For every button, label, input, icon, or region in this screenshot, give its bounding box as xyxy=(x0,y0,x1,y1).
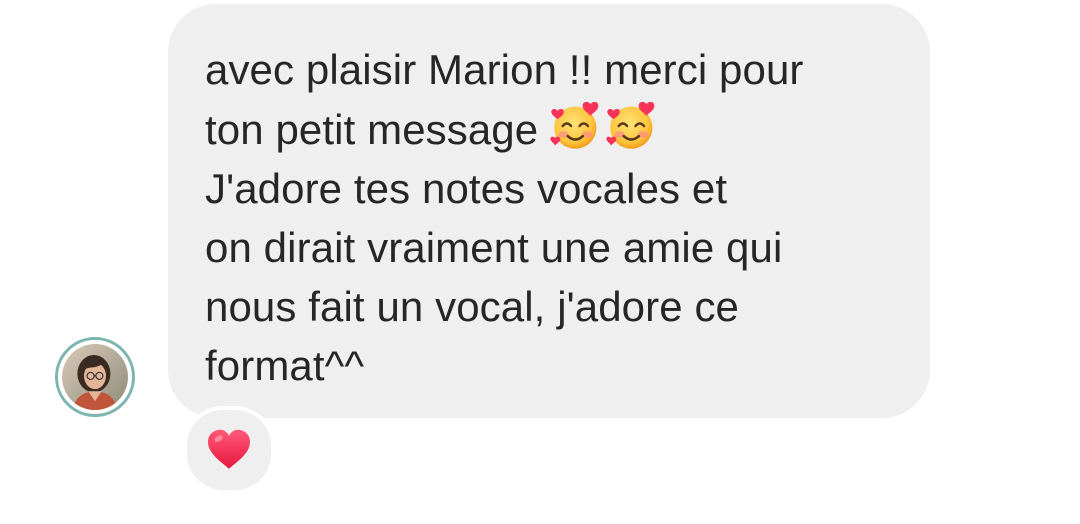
message-line-2: ton petit message xyxy=(205,99,890,159)
message-line-6: format^^ xyxy=(205,342,365,389)
reaction-badge[interactable] xyxy=(183,406,275,494)
red-heart-icon xyxy=(208,429,250,469)
message-line-5: nous fait un vocal, j'adore ce xyxy=(205,283,740,330)
message-line-2-text: ton petit message xyxy=(205,106,550,153)
message-line-3: J'adore tes notes vocales et xyxy=(205,165,728,212)
message-bubble[interactable]: avec plaisir Marion !! merci pour ton pe… xyxy=(168,4,930,418)
avatar-photo xyxy=(62,344,128,410)
sender-avatar[interactable] xyxy=(55,337,135,417)
smiling-face-with-hearts-icon xyxy=(550,99,604,153)
smiling-face-with-hearts-icon xyxy=(606,99,660,153)
message-line-4: on dirait vraiment une amie qui xyxy=(205,224,783,271)
message-line-1: avec plaisir Marion !! merci pour xyxy=(205,46,804,93)
